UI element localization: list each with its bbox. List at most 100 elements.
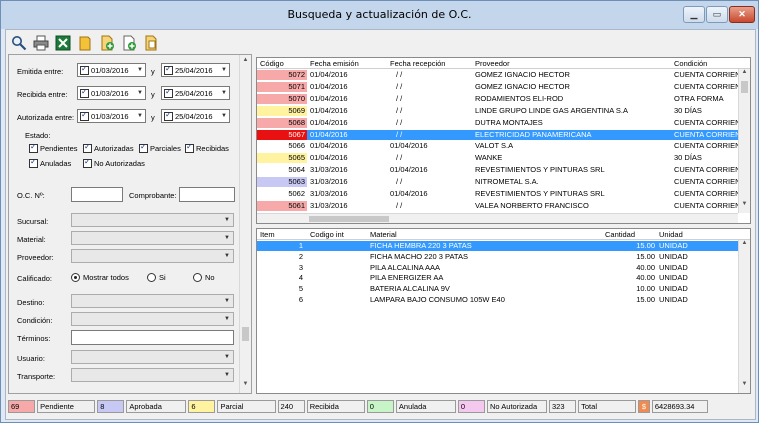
filter-panel-scrollbar[interactable]: ▲ ▼: [239, 55, 251, 393]
recibida-from-checkbox[interactable]: [80, 87, 89, 98]
autorizada-from-date[interactable]: 01/03/2016▼: [77, 109, 146, 123]
table-row[interactable]: 5 BATERIA ALCALINA 9V 10.00 UNIDAD: [257, 284, 750, 294]
chevron-down-icon[interactable]: ▼: [219, 67, 229, 73]
recibida-from-date[interactable]: 01/03/2016▼: [77, 86, 146, 100]
table-row[interactable]: 5066 01/04/2016 01/04/2016 VALOT S.A CUENTA …: [257, 141, 750, 152]
col-codigo-int[interactable]: Codigo int: [310, 230, 344, 239]
radio-mostrar-todos[interactable]: Mostrar todos: [71, 273, 129, 282]
scroll-thumb[interactable]: [309, 216, 389, 222]
table-row[interactable]: 5067 01/04/2016 / / ELECTRICIDAD PANAMERICA…: [257, 129, 750, 140]
emitida-to-date[interactable]: 25/04/2016▼: [161, 63, 230, 77]
emitida-from-checkbox[interactable]: [80, 64, 89, 75]
scroll-down-icon[interactable]: ▼: [739, 201, 750, 211]
close-button[interactable]: ✕: [729, 6, 755, 23]
search-button[interactable]: [10, 34, 28, 52]
col-fecha-recepcion[interactable]: Fecha recepción: [390, 59, 445, 68]
terminos-input[interactable]: [71, 330, 234, 345]
scroll-down-icon[interactable]: ▼: [240, 381, 251, 391]
checkbox[interactable]: [185, 142, 194, 153]
col-condicion[interactable]: Condición: [674, 59, 707, 68]
table-row[interactable]: 5061 31/03/2016 / / VALEA NORBERTO FRANCISC…: [257, 200, 750, 211]
chevron-down-icon[interactable]: ▼: [219, 113, 229, 119]
transporte-select[interactable]: ▼: [71, 368, 234, 382]
edit-document-button[interactable]: [142, 34, 160, 52]
col-item[interactable]: Item: [260, 230, 275, 239]
autorizada-to-checkbox[interactable]: [164, 110, 173, 121]
table-row[interactable]: 2 FICHA MACHO 220 3 PATAS 15.00 UNIDAD: [257, 252, 750, 262]
table-row[interactable]: 5063 31/03/2016 / / NITROMETAL S.A. CUENTA C…: [257, 177, 750, 188]
emitida-from-date[interactable]: 01/03/2016▼: [77, 63, 146, 77]
items-vscrollbar[interactable]: ▲ ▼: [738, 240, 750, 393]
comprobante-input[interactable]: [179, 187, 235, 202]
table-row[interactable]: 5065 01/04/2016 / / WANKE 30 DÍAS: [257, 153, 750, 164]
usuario-select[interactable]: ▼: [71, 350, 234, 364]
scroll-up-icon[interactable]: ▲: [739, 69, 750, 79]
scroll-up-icon[interactable]: ▲: [240, 57, 251, 67]
table-row[interactable]: 5064 31/03/2016 01/04/2016 REVESTIMIENTOS Y…: [257, 165, 750, 176]
proveedor-select[interactable]: ▼: [71, 249, 234, 263]
scroll-up-icon[interactable]: ▲: [739, 240, 750, 250]
estado-no-autorizadas[interactable]: No Autorizadas: [83, 157, 145, 168]
radio-no[interactable]: No: [193, 273, 215, 282]
chevron-down-icon: ▼: [224, 235, 230, 241]
checkbox[interactable]: [83, 157, 92, 168]
checkbox[interactable]: [139, 142, 148, 153]
estado-anuladas[interactable]: Anuladas: [29, 157, 71, 168]
table-row[interactable]: 5062 31/03/2016 01/04/2016 REVESTIMIENTOS Y…: [257, 189, 750, 199]
checkbox[interactable]: [29, 142, 38, 153]
recibida-to-date[interactable]: 25/04/2016▼: [161, 86, 230, 100]
maximize-button[interactable]: ▭: [706, 6, 728, 23]
table-row[interactable]: 5069 01/04/2016 / / LINDE GRUPO LINDE GAS A…: [257, 105, 750, 116]
table-row[interactable]: 6 LAMPARA BAJO CONSUMO 105W E40 15.00 UNIDA…: [257, 295, 750, 305]
emitida-to-checkbox[interactable]: [164, 64, 173, 75]
table-row[interactable]: 1 FICHA HEMBRA 220 3 PATAS 15.00 UNIDAD: [257, 241, 750, 251]
table-row[interactable]: 5070 01/04/2016 / / RODAMIENTOS ELI-ROD OTRA…: [257, 93, 750, 104]
material-select[interactable]: ▼: [71, 231, 234, 245]
minimize-button[interactable]: ▁: [683, 6, 705, 23]
table-row[interactable]: 3 PILA ALCALINA AAA 40.00 UNIDAD: [257, 263, 750, 273]
col-cantidad[interactable]: Cantidad: [605, 230, 635, 239]
col-codigo[interactable]: Código: [260, 59, 284, 68]
autorizada-to-date[interactable]: 25/04/2016▼: [161, 109, 230, 123]
table-row[interactable]: 5071 01/04/2016 / / GOMEZ IGNACIO HECTOR CUE…: [257, 81, 750, 92]
orders-vscrollbar[interactable]: ▲ ▼: [738, 69, 750, 213]
order-proveedor-cell: GOMEZ IGNACIO HECTOR: [475, 70, 570, 79]
col-proveedor[interactable]: Proveedor: [475, 59, 510, 68]
checkbox[interactable]: [83, 142, 92, 153]
radio-dot[interactable]: [71, 273, 80, 282]
radio-dot[interactable]: [147, 273, 156, 282]
condicion-select[interactable]: ▼: [71, 312, 234, 326]
table-row[interactable]: 5068 01/04/2016 / / DUTRA MONTAJES CUENTA CO…: [257, 117, 750, 128]
estado-recibidas[interactable]: Recibidas: [185, 142, 229, 153]
sucursal-select[interactable]: ▼: [71, 213, 234, 227]
radio-dot[interactable]: [193, 273, 202, 282]
chevron-down-icon[interactable]: ▼: [135, 67, 145, 73]
print-button[interactable]: [32, 34, 50, 52]
estado-pendientes[interactable]: Pendientes: [29, 142, 78, 153]
recibida-to-checkbox[interactable]: [164, 87, 173, 98]
col-material[interactable]: Material: [370, 230, 397, 239]
estado-autorizadas[interactable]: Autorizadas: [83, 142, 134, 153]
col-unidad[interactable]: Unidad: [659, 230, 683, 239]
table-row[interactable]: 5072 01/04/2016 / / GOMEZ IGNACIO HECTOR CUE…: [257, 70, 750, 80]
radio-si[interactable]: Si: [147, 273, 166, 282]
chevron-down-icon[interactable]: ▼: [135, 113, 145, 119]
scroll-thumb[interactable]: [741, 81, 748, 93]
add-document-button[interactable]: [98, 34, 116, 52]
scroll-thumb[interactable]: [242, 327, 249, 341]
order-proveedor-cell: WANKE: [475, 153, 503, 163]
col-fecha-emision[interactable]: Fecha emisión: [310, 59, 359, 68]
scroll-down-icon[interactable]: ▼: [739, 381, 750, 391]
folder-button[interactable]: [76, 34, 94, 52]
chevron-down-icon[interactable]: ▼: [219, 90, 229, 96]
estado-parciales[interactable]: Parciales: [139, 142, 181, 153]
destino-select[interactable]: ▼: [71, 294, 234, 308]
chevron-down-icon[interactable]: ▼: [135, 90, 145, 96]
table-row[interactable]: 4 PILA ENERGIZER AA 40.00 UNIDAD: [257, 273, 750, 283]
autorizada-from-checkbox[interactable]: [80, 110, 89, 121]
oc-number-input[interactable]: [71, 187, 123, 202]
orders-hscrollbar[interactable]: [257, 213, 738, 223]
new-document-button[interactable]: [120, 34, 138, 52]
excel-button[interactable]: [54, 34, 72, 52]
checkbox[interactable]: [29, 157, 38, 168]
